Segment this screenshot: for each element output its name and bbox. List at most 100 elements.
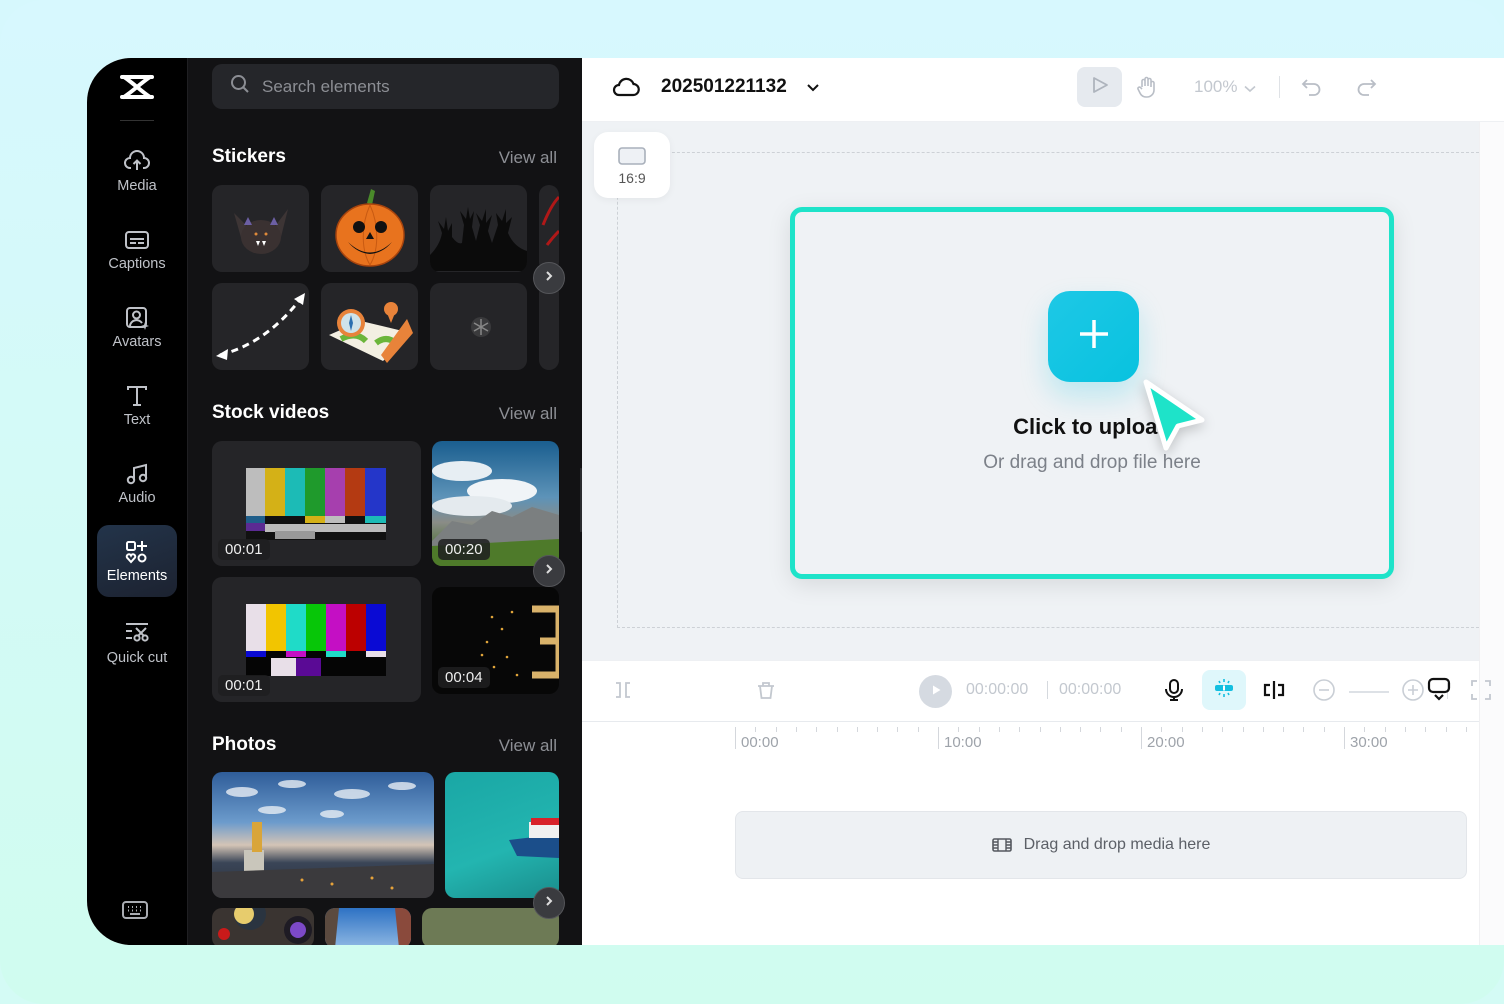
- zoom-chevron-down-icon[interactable]: [1244, 80, 1256, 98]
- ruler-minor-tick: [1364, 727, 1366, 732]
- ruler-minor-tick: [1201, 727, 1203, 732]
- sidebar-item-quick-cut[interactable]: Quick cut: [97, 603, 177, 683]
- photo-food[interactable]: [212, 908, 314, 945]
- split-button[interactable]: [608, 677, 638, 707]
- plus-circle-icon: [1401, 678, 1425, 707]
- ruler-minor-tick: [917, 727, 919, 732]
- sticker-red-brush[interactable]: [539, 185, 559, 272]
- media-drop-track[interactable]: Drag and drop media here: [735, 811, 1467, 879]
- trash-icon: [755, 679, 777, 706]
- captions-icon: [124, 227, 150, 253]
- aspect-ratio-button[interactable]: 16:9: [594, 132, 670, 198]
- sidebar-item-captions[interactable]: Captions: [97, 213, 177, 285]
- photo-boat-sea[interactable]: [445, 772, 559, 898]
- project-title[interactable]: 202501221132: [661, 76, 787, 98]
- upload-button[interactable]: [1048, 291, 1139, 382]
- split-clip-button[interactable]: [1259, 677, 1289, 707]
- total-time: 00:00:00: [1059, 681, 1122, 698]
- sidebar-item-media[interactable]: Media: [97, 135, 177, 207]
- project-menu-chevron-down-icon[interactable]: [806, 80, 820, 98]
- upload-dropzone[interactable]: Click to upload Or drag and drop file he…: [790, 207, 1394, 579]
- minus-circle-icon: [1312, 678, 1336, 707]
- sidebar-item-elements[interactable]: Elements: [97, 525, 177, 597]
- hand-tool-button[interactable]: [1135, 75, 1159, 104]
- sticker-pumpkin[interactable]: [321, 185, 418, 272]
- keyboard-icon: [121, 901, 149, 925]
- ruler-label: 30:00: [1350, 734, 1388, 751]
- pointer-icon: [1090, 75, 1110, 100]
- ruler-minor-tick: [1384, 727, 1386, 732]
- stock-video-color-bars-2[interactable]: 00:01: [212, 577, 421, 702]
- ruler-minor-tick: [1080, 727, 1082, 732]
- fit-timeline-button[interactable]: [1466, 677, 1496, 707]
- video-duration: 00:20: [438, 539, 490, 560]
- ruler-minor-tick: [998, 727, 1000, 732]
- select-tool-button[interactable]: [1077, 67, 1122, 107]
- sidebar-item-avatars[interactable]: Avatars: [97, 291, 177, 363]
- zoom-in-button[interactable]: [1398, 677, 1428, 707]
- sidebar-item-audio[interactable]: Audio: [97, 447, 177, 519]
- ruler-minor-tick: [897, 727, 899, 732]
- ruler-minor-tick: [856, 727, 858, 732]
- photo-city-skyline[interactable]: [212, 772, 434, 898]
- ruler-minor-tick: [1303, 727, 1305, 732]
- ruler-minor-tick: [877, 727, 879, 732]
- ruler-minor-tick: [978, 727, 980, 732]
- search-bar[interactable]: [212, 64, 559, 109]
- cloud-icon[interactable]: [612, 75, 640, 104]
- feedback-button[interactable]: [1427, 676, 1451, 707]
- record-voice-button[interactable]: [1159, 677, 1189, 707]
- ruler-minor-tick: [836, 727, 838, 732]
- capcut-logo-icon[interactable]: [117, 72, 157, 102]
- search-input[interactable]: [262, 76, 542, 97]
- stickers-next-button[interactable]: [533, 262, 565, 294]
- ruler-minor-tick: [816, 727, 818, 732]
- sticker-map-compass[interactable]: [321, 283, 418, 370]
- timeline-toolbar: 00:00:00 00:00:00: [582, 660, 1491, 722]
- delete-button[interactable]: [751, 677, 781, 707]
- right-panel-edge: [1479, 122, 1504, 945]
- sticker-zombie-hands[interactable]: [430, 185, 527, 272]
- photo-street[interactable]: [325, 908, 411, 945]
- sidebar-item-label: Audio: [118, 489, 156, 506]
- elements-icon: [124, 539, 150, 565]
- stock-video-sparkle-number[interactable]: 00:04: [432, 587, 559, 694]
- ruler-minor-tick: [1323, 727, 1325, 732]
- sidebar-item-text[interactable]: Text: [97, 369, 177, 441]
- zoom-level-dropdown[interactable]: 100%: [1194, 77, 1237, 97]
- mouse-cursor-icon: [1140, 376, 1210, 452]
- timeline-zoom-slider[interactable]: [1349, 691, 1389, 693]
- sticker-dashed-arrow[interactable]: [212, 283, 309, 370]
- sticker-partial[interactable]: [539, 283, 559, 370]
- ruler-major-tick: [1141, 727, 1142, 749]
- photos-next-button[interactable]: [533, 887, 565, 919]
- music-note-icon: [124, 461, 150, 487]
- aspect-ratio-icon: [617, 145, 647, 170]
- play-button[interactable]: [919, 675, 952, 708]
- undo-icon: [1301, 79, 1323, 102]
- stickers-view-all-link[interactable]: View all: [499, 148, 557, 168]
- redo-button[interactable]: [1355, 76, 1377, 103]
- sticker-bat[interactable]: [212, 185, 309, 272]
- chevron-right-icon: [543, 894, 555, 912]
- stock-video-mountains[interactable]: 00:20: [432, 441, 559, 566]
- chevron-right-icon: [543, 562, 555, 580]
- stock-videos-next-button[interactable]: [533, 555, 565, 587]
- undo-button[interactable]: [1301, 76, 1323, 103]
- video-duration: 00:04: [438, 667, 490, 688]
- divider: [1047, 681, 1048, 699]
- ruler-minor-tick: [755, 727, 757, 732]
- auto-snap-toggle[interactable]: [1202, 670, 1246, 710]
- stock-videos-view-all-link[interactable]: View all: [499, 404, 557, 424]
- timeline-ruler: 00:00 10:00 20:00 30:00: [582, 722, 1479, 762]
- zoom-out-button[interactable]: [1309, 677, 1339, 707]
- stickers-heading: Stickers: [212, 146, 286, 167]
- canvas-area: 16:9 Click to upload Or drag and drop fi…: [582, 122, 1479, 660]
- keyboard-shortcuts-button[interactable]: [121, 899, 151, 923]
- stock-video-color-bars-1[interactable]: 00:01: [212, 441, 421, 566]
- plus-icon: [1077, 317, 1111, 356]
- sticker-sparkle[interactable]: [430, 283, 527, 370]
- photos-view-all-link[interactable]: View all: [499, 736, 557, 756]
- current-time: 00:00:00: [966, 681, 1029, 698]
- ruler-minor-tick: [1120, 727, 1122, 732]
